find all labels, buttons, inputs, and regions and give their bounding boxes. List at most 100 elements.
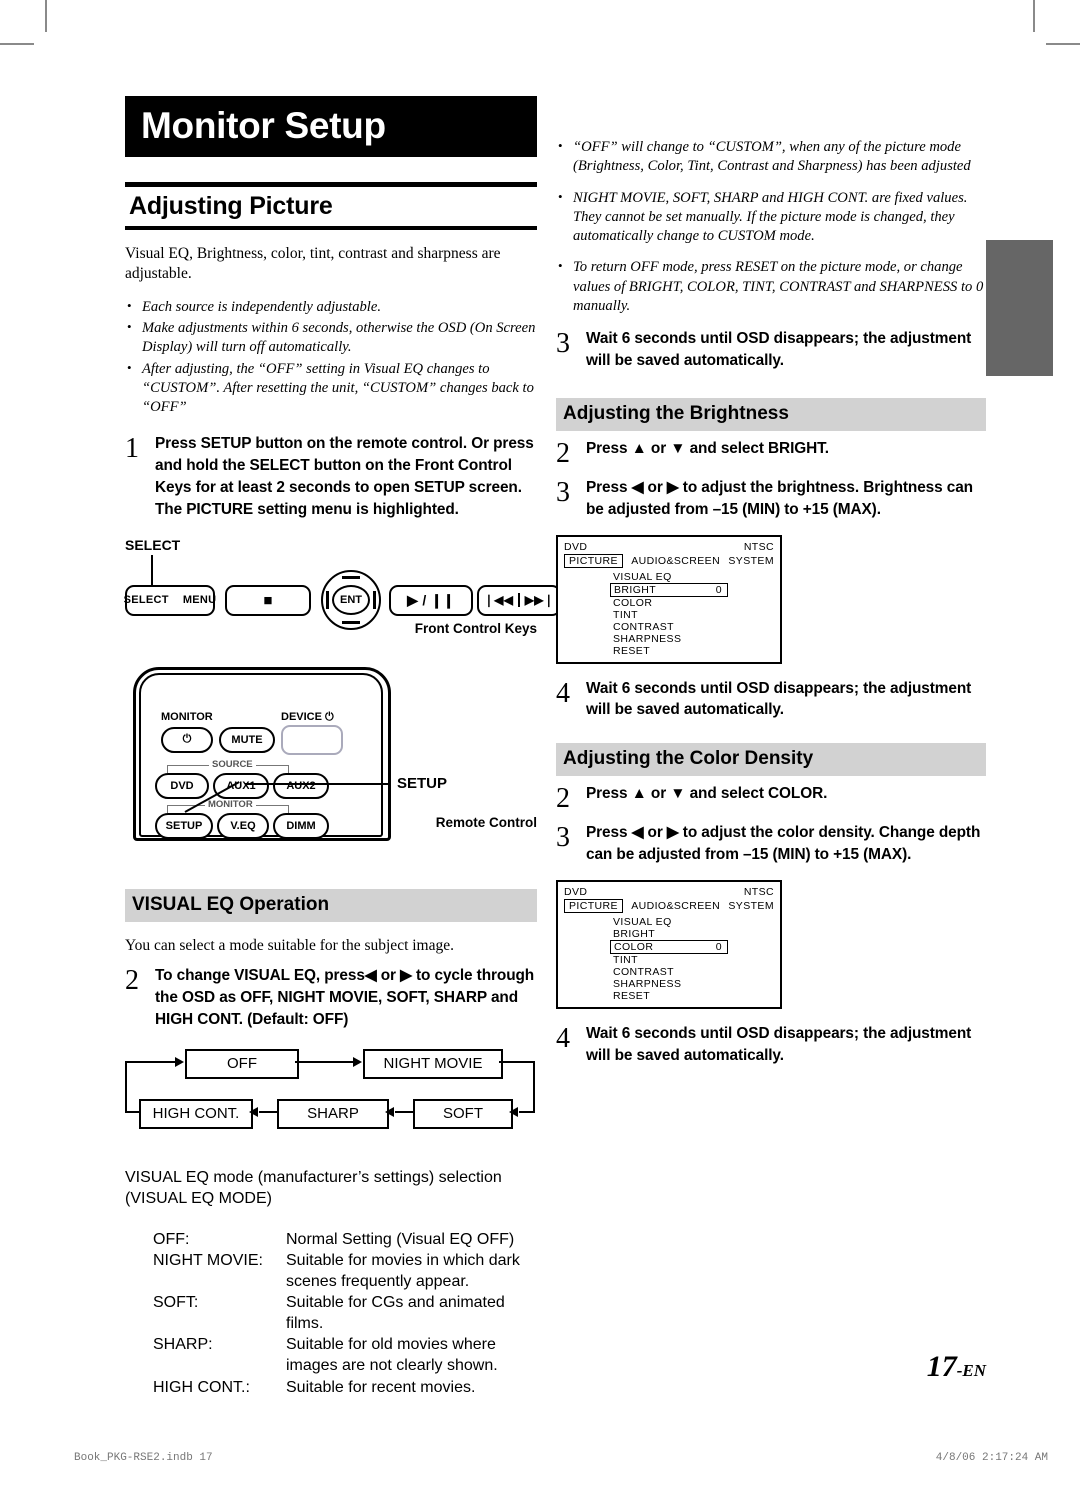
osd-item-color: COLOR	[613, 596, 653, 609]
mute-button-label: MUTE	[231, 733, 263, 746]
color-step-3-text: Press ◀ or ▶ to adjust the color density…	[586, 824, 981, 864]
osd-tab-system: SYSTEM	[728, 554, 774, 567]
section-title: Adjusting Picture	[129, 192, 333, 220]
ent-key-ring: ENT	[321, 569, 381, 630]
heading-rule-bottom	[125, 225, 537, 230]
page-number-suffix: -EN	[956, 1361, 986, 1380]
section-heading-group: Adjusting Picture	[125, 182, 537, 230]
osd-item-label: BRIGHT	[614, 583, 657, 596]
osd-item-value: 0	[715, 941, 722, 953]
step-3-top-number: 3	[556, 328, 570, 359]
flow-arrow	[175, 1056, 184, 1067]
osd-source-label: DVD	[564, 886, 588, 898]
note-item: Make adjustments within 6 seconds, other…	[125, 318, 537, 358]
osd-item-sharpness: SHARPNESS	[613, 978, 682, 990]
osd-item-label: COLOR	[614, 941, 654, 953]
mode-desc: Suitable for recent movies.	[286, 1378, 476, 1396]
flow-node-off: OFF	[185, 1048, 299, 1079]
right-tick-icon	[373, 590, 376, 609]
device-section-label: DEVICE ⏻	[281, 711, 334, 724]
source-group-label: SOURCE	[209, 758, 256, 770]
mode-row: OFF: Normal Setting (Visual EQ OFF)	[153, 1229, 537, 1250]
color-step-4-text: Wait 6 seconds until OSD disappears; the…	[586, 1025, 972, 1064]
flow-line	[533, 1060, 535, 1113]
flow-line	[519, 1110, 535, 1113]
crop-mark-left-top	[0, 43, 34, 45]
crop-mark-right-top	[1046, 43, 1080, 45]
visual-eq-cycle-diagram: OFF NIGHT MOVIE HIGH CONT. SHARP SOFT	[125, 1043, 537, 1135]
dvd-button: DVD	[155, 772, 209, 799]
color-step-2-number: 2	[556, 783, 570, 815]
play-pause-key: ▶ / ❙❙	[389, 584, 473, 616]
flow-node-night-movie: NIGHT MOVIE	[363, 1048, 503, 1079]
select-menu-key: SELECT MENU	[123, 584, 216, 616]
print-timestamp: 4/8/06 2:17:24 AM	[935, 1452, 1048, 1464]
right-notes-list: “OFF” will change to “CUSTOM”, when any …	[556, 137, 986, 316]
section-thumb-tab	[986, 240, 1053, 376]
mode-term: SHARP:	[153, 1336, 213, 1354]
step-1: 1 Press SETUP button on the remote contr…	[125, 433, 537, 521]
front-control-keys-caption: Front Control Keys	[414, 620, 537, 636]
flow-line	[259, 1110, 277, 1113]
osd-item-bright-selected: BRIGHT 0	[610, 582, 728, 597]
device-power-button	[281, 724, 343, 755]
power-icon: ⏻	[325, 710, 334, 723]
brightness-step-4-text: Wait 6 seconds until OSD disappears; the…	[586, 679, 972, 719]
ent-key-label: ENT	[340, 593, 362, 606]
stop-icon: ■	[263, 591, 273, 609]
color-step-3-number: 3	[556, 822, 570, 854]
osd-system-label: NTSC	[743, 886, 774, 898]
brightness-step-2: 2 Press ▲ or ▼ and select BRIGHT.	[556, 438, 986, 468]
color-step-2: 2 Press ▲ or ▼ and select COLOR.	[556, 783, 986, 813]
up-dash-icon	[342, 575, 360, 579]
color-step-2-text: Press ▲ or ▼ and select COLOR.	[586, 785, 828, 803]
aux2-button: AUX2	[273, 772, 329, 799]
mode-row: SHARP: Suitable for old movies where ima…	[153, 1334, 537, 1376]
mute-button: MUTE	[219, 726, 275, 753]
page: Monitor Setup Adjusting Picture Visual E…	[0, 0, 1080, 1485]
print-file-name: Book_PKG-RSE2.indb 17	[74, 1452, 213, 1464]
osd-item-tint: TINT	[613, 954, 638, 966]
osd-item-contrast: CONTRAST	[613, 620, 674, 633]
dimm-button: DIMM	[273, 812, 329, 839]
note-item: After adjusting, the “OFF” setting in Vi…	[125, 359, 537, 418]
osd-item-reset: RESET	[613, 644, 651, 657]
stop-key: ■	[225, 584, 311, 616]
brightness-step-3-number: 3	[556, 476, 570, 508]
note-item: Each source is independently adjustable.	[125, 297, 537, 317]
aux1-button: AUX1	[213, 772, 269, 799]
color-step-4-number: 4	[556, 1023, 570, 1054]
osd-tab-row: PICTURE AUDIO&SCREEN SYSTEM	[564, 899, 774, 913]
mode-row: NIGHT MOVIE: Suitable for movies in whic…	[153, 1250, 537, 1292]
previous-icon: ❘◀◀	[483, 593, 514, 608]
setup-button-label: SETUP	[165, 819, 203, 832]
flow-line	[499, 1060, 535, 1063]
flow-line	[125, 1060, 175, 1063]
osd-system-label: NTSC	[743, 540, 774, 553]
mode-desc: Suitable for CGs and animated films.	[286, 1294, 505, 1333]
osd-item-sharpness: SHARPNESS	[613, 632, 682, 645]
section-notes-list: Each source is independently adjustable.…	[125, 297, 537, 418]
osd-menu: VISUAL EQ BRIGHT COLOR 0 TINT CONTRAST S…	[610, 916, 728, 1002]
visual-eq-intro: You can select a mode suitable for the s…	[125, 936, 454, 954]
skip-keys: ❘◀◀ ▶▶❘	[477, 584, 561, 616]
select-callout-label: SELECT	[125, 536, 181, 553]
mode-term: NIGHT MOVIE:	[153, 1251, 263, 1269]
flow-line	[295, 1060, 353, 1063]
osd-item-value: 0	[715, 583, 722, 596]
page-number: 17-EN	[927, 1350, 986, 1384]
select-key-label: SELECT	[123, 594, 169, 607]
step-1-text: Press SETUP button on the remote control…	[155, 435, 534, 518]
brightness-step-3-text: Press ◀ or ▶ to adjust the brightness. B…	[586, 478, 973, 518]
visual-eq-step-2-number: 2	[125, 964, 139, 996]
visual-eq-mode-list: OFF: Normal Setting (Visual EQ OFF) NIGH…	[125, 1229, 537, 1398]
power-icon: ⏻	[182, 733, 192, 746]
note-item: To return OFF mode, press RESET on the p…	[556, 257, 986, 316]
osd-tab-picture: PICTURE	[564, 553, 623, 568]
setup-callout-leader	[245, 782, 391, 785]
right-column: “OFF” will change to “CUSTOM”, when any …	[556, 124, 986, 1067]
next-icon: ▶▶❘	[524, 593, 555, 608]
left-tick-icon	[326, 590, 329, 609]
dimm-button-label: DIMM	[286, 819, 316, 832]
osd-status-row: DVD NTSC	[564, 886, 774, 898]
